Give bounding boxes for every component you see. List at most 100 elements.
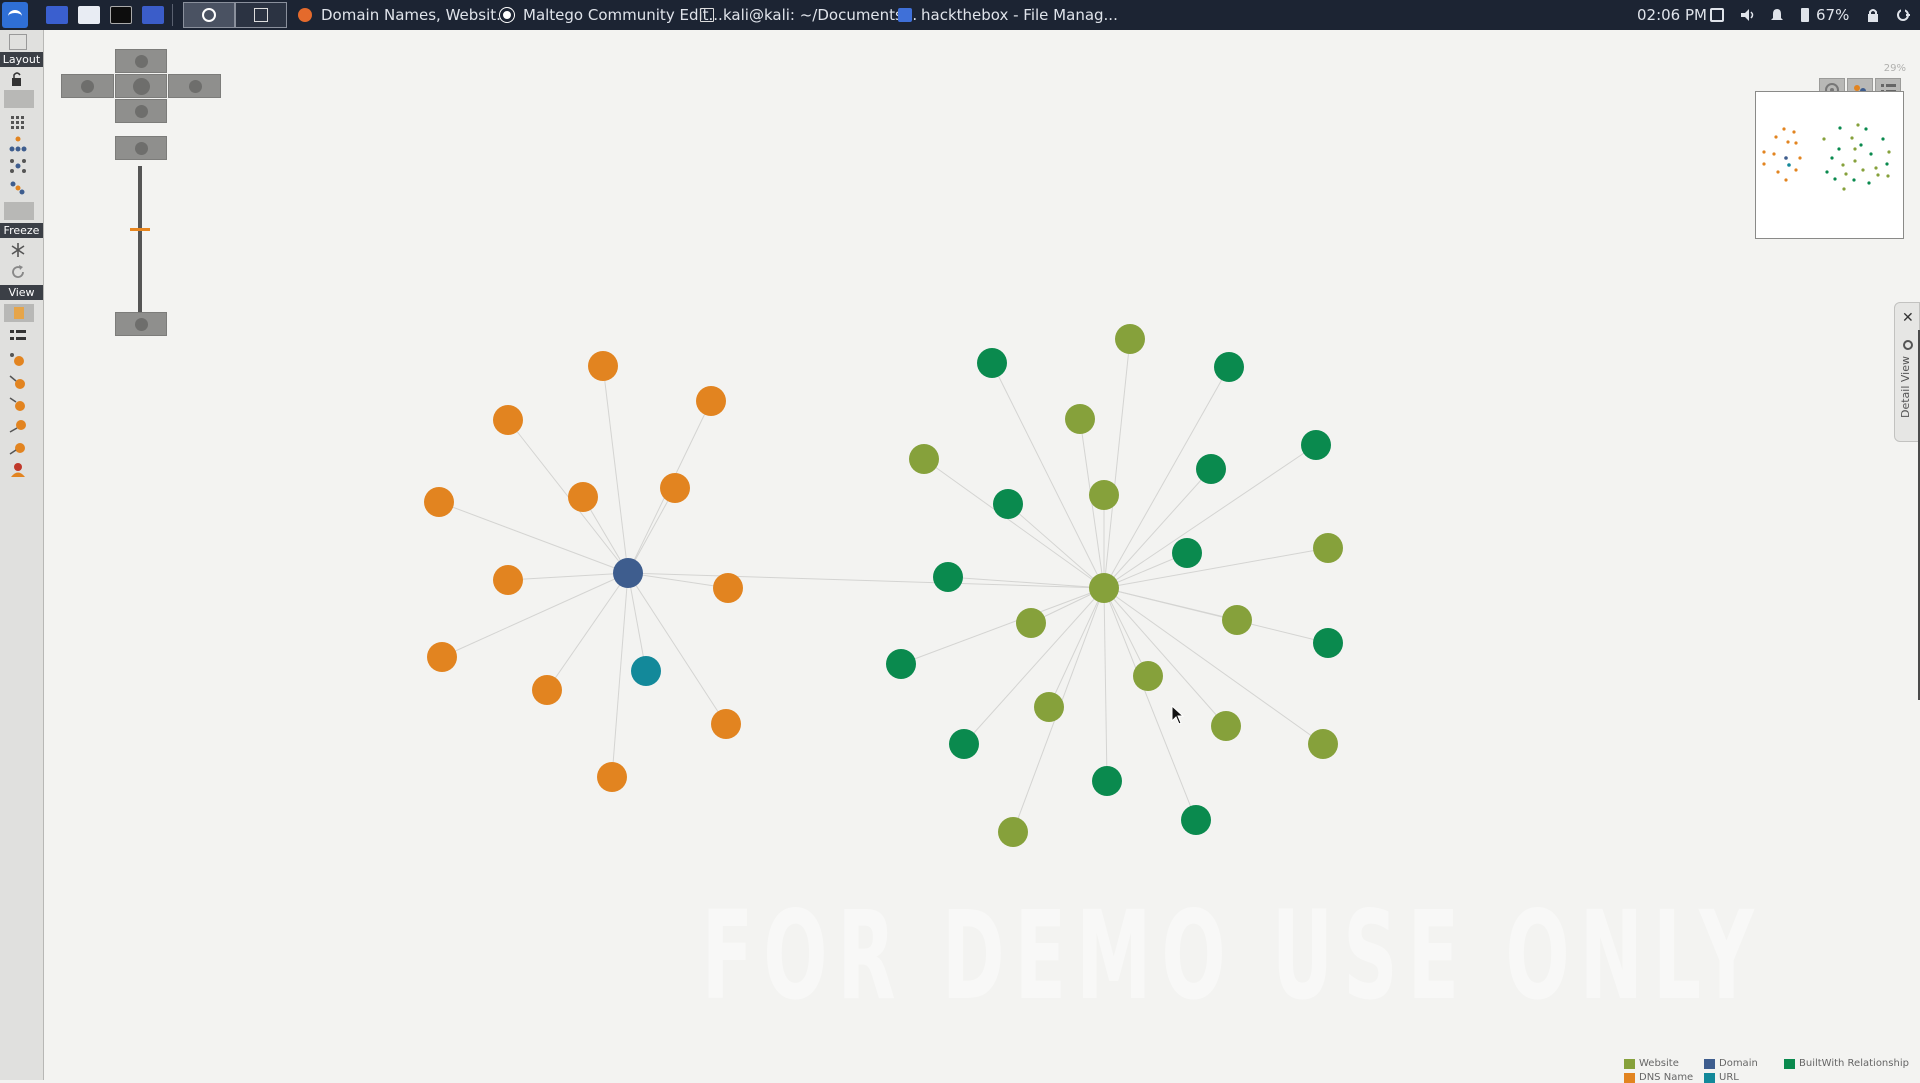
lock-screen-icon[interactable] bbox=[1866, 8, 1880, 22]
graph-link[interactable] bbox=[1103, 338, 1131, 589]
pin-icon[interactable] bbox=[1903, 340, 1913, 350]
layout-hierarchical-icon[interactable] bbox=[9, 136, 27, 152]
notification-bell-icon[interactable] bbox=[1770, 8, 1784, 22]
graph-link[interactable] bbox=[602, 365, 629, 574]
website-node[interactable] bbox=[1065, 404, 1095, 434]
dns-name-node[interactable] bbox=[696, 386, 726, 416]
graph-link[interactable] bbox=[546, 572, 629, 691]
logout-icon[interactable] bbox=[1896, 8, 1910, 22]
builtwith-node[interactable] bbox=[1172, 538, 1202, 568]
graph-link[interactable] bbox=[611, 572, 629, 778]
mouse-cursor-icon bbox=[1171, 705, 1185, 725]
view-ball-size-icon[interactable] bbox=[9, 352, 27, 368]
layout-freeze-toggle-button[interactable] bbox=[4, 202, 34, 220]
url-node[interactable] bbox=[631, 656, 661, 686]
website-node[interactable] bbox=[1016, 608, 1046, 638]
layout-interactive-button[interactable] bbox=[4, 90, 34, 108]
builtwith-node[interactable] bbox=[1214, 352, 1244, 382]
volume-icon[interactable] bbox=[1740, 8, 1754, 22]
dns-name-node[interactable] bbox=[424, 487, 454, 517]
refresh-icon[interactable] bbox=[9, 264, 27, 280]
website-node[interactable] bbox=[1313, 533, 1343, 563]
dns-name-node[interactable] bbox=[597, 762, 627, 792]
dns-name-node[interactable] bbox=[493, 405, 523, 435]
graph-link[interactable] bbox=[627, 572, 727, 725]
dns-name-node[interactable] bbox=[532, 675, 562, 705]
display-icon[interactable] bbox=[1710, 8, 1724, 22]
graph-link[interactable] bbox=[627, 572, 1105, 589]
workspace-2-button[interactable] bbox=[235, 2, 287, 28]
website-node[interactable] bbox=[998, 817, 1028, 847]
layout-circular-icon[interactable] bbox=[9, 158, 27, 174]
graph-link[interactable] bbox=[1007, 503, 1105, 589]
kali-menu-icon[interactable] bbox=[2, 2, 28, 28]
graph-link[interactable] bbox=[1103, 587, 1108, 782]
view-bidirectional-links-icon[interactable] bbox=[9, 418, 27, 434]
builtwith-node[interactable] bbox=[993, 489, 1023, 519]
task-file-manager[interactable]: hackthebox - File Manag... bbox=[898, 0, 1118, 30]
task-terminal[interactable]: kali@kali: ~/Documents... bbox=[700, 0, 917, 30]
graph-link[interactable] bbox=[507, 572, 629, 581]
builtwith-node[interactable] bbox=[1301, 430, 1331, 460]
layout-block-grid-icon[interactable] bbox=[9, 114, 27, 130]
graph-link[interactable] bbox=[947, 576, 1105, 589]
dns-name-node[interactable] bbox=[427, 642, 457, 672]
screen-recorder-launcher-icon[interactable] bbox=[142, 6, 164, 24]
view-list-icon[interactable] bbox=[9, 328, 27, 344]
layout-block-icon[interactable] bbox=[9, 34, 27, 50]
graph-link[interactable] bbox=[1103, 547, 1329, 589]
view-main-button[interactable] bbox=[4, 304, 34, 322]
website-node[interactable] bbox=[1308, 729, 1338, 759]
layout-organic-icon[interactable] bbox=[9, 180, 27, 196]
graph-link[interactable] bbox=[1103, 587, 1227, 727]
website-node[interactable] bbox=[1222, 605, 1252, 635]
builtwith-node[interactable] bbox=[949, 729, 979, 759]
layout-lock-icon[interactable] bbox=[9, 71, 27, 87]
graph-canvas[interactable]: 29% ✕ Detail View FOR DEMO USE ONLY Webs… bbox=[44, 30, 1920, 1083]
dns-name-node[interactable] bbox=[588, 351, 618, 381]
dns-name-node[interactable] bbox=[568, 482, 598, 512]
battery-percentage[interactable]: 67% bbox=[1816, 0, 1849, 30]
view-incoming-links-icon[interactable] bbox=[9, 374, 27, 390]
graph-link[interactable] bbox=[1103, 587, 1329, 644]
file-manager-launcher-icon[interactable] bbox=[78, 6, 100, 24]
view-outgoing-links-icon[interactable] bbox=[9, 396, 27, 412]
builtwith-node[interactable] bbox=[977, 348, 1007, 378]
show-desktop-icon[interactable] bbox=[46, 6, 68, 24]
task-maltego[interactable]: Maltego Community Edit... bbox=[500, 0, 723, 30]
view-entity-weight-icon[interactable] bbox=[9, 440, 27, 456]
website-node[interactable] bbox=[1089, 480, 1119, 510]
view-user-icon[interactable] bbox=[9, 462, 27, 478]
battery-icon[interactable] bbox=[1801, 8, 1809, 22]
builtwith-node[interactable] bbox=[933, 562, 963, 592]
website-node[interactable] bbox=[1034, 692, 1064, 722]
website-node[interactable] bbox=[1115, 324, 1145, 354]
close-icon[interactable]: ✕ bbox=[1902, 311, 1914, 325]
website-node[interactable] bbox=[1211, 711, 1241, 741]
workspace-1-button[interactable] bbox=[183, 2, 235, 28]
entity-graph[interactable] bbox=[44, 30, 1844, 1080]
builtwith-node[interactable] bbox=[1196, 454, 1226, 484]
website-node[interactable] bbox=[1133, 661, 1163, 691]
detail-view-panel-tab[interactable]: ✕ Detail View bbox=[1894, 302, 1920, 442]
domain-node[interactable] bbox=[613, 558, 643, 588]
dns-name-node[interactable] bbox=[660, 473, 690, 503]
dns-name-node[interactable] bbox=[713, 573, 743, 603]
builtwith-node[interactable] bbox=[886, 649, 916, 679]
freeze-snowflake-icon[interactable] bbox=[9, 242, 27, 258]
graph-link[interactable] bbox=[991, 362, 1105, 589]
dns-name-node[interactable] bbox=[711, 709, 741, 739]
clock[interactable]: 02:06 PM bbox=[1637, 0, 1707, 30]
website-node[interactable] bbox=[909, 444, 939, 474]
dns-name-node[interactable] bbox=[493, 565, 523, 595]
terminal-launcher-icon[interactable] bbox=[110, 6, 132, 24]
builtwith-node[interactable] bbox=[1181, 805, 1211, 835]
website-hub-node[interactable] bbox=[1089, 573, 1119, 603]
builtwith-node[interactable] bbox=[1313, 628, 1343, 658]
builtwith-node[interactable] bbox=[1092, 766, 1122, 796]
task-firefox[interactable]: Domain Names, Websit... bbox=[298, 0, 510, 30]
battery-label: 67% bbox=[1816, 6, 1850, 24]
graph-link[interactable] bbox=[441, 572, 629, 658]
graph-link[interactable] bbox=[900, 587, 1105, 665]
graph-link[interactable] bbox=[1103, 468, 1212, 589]
